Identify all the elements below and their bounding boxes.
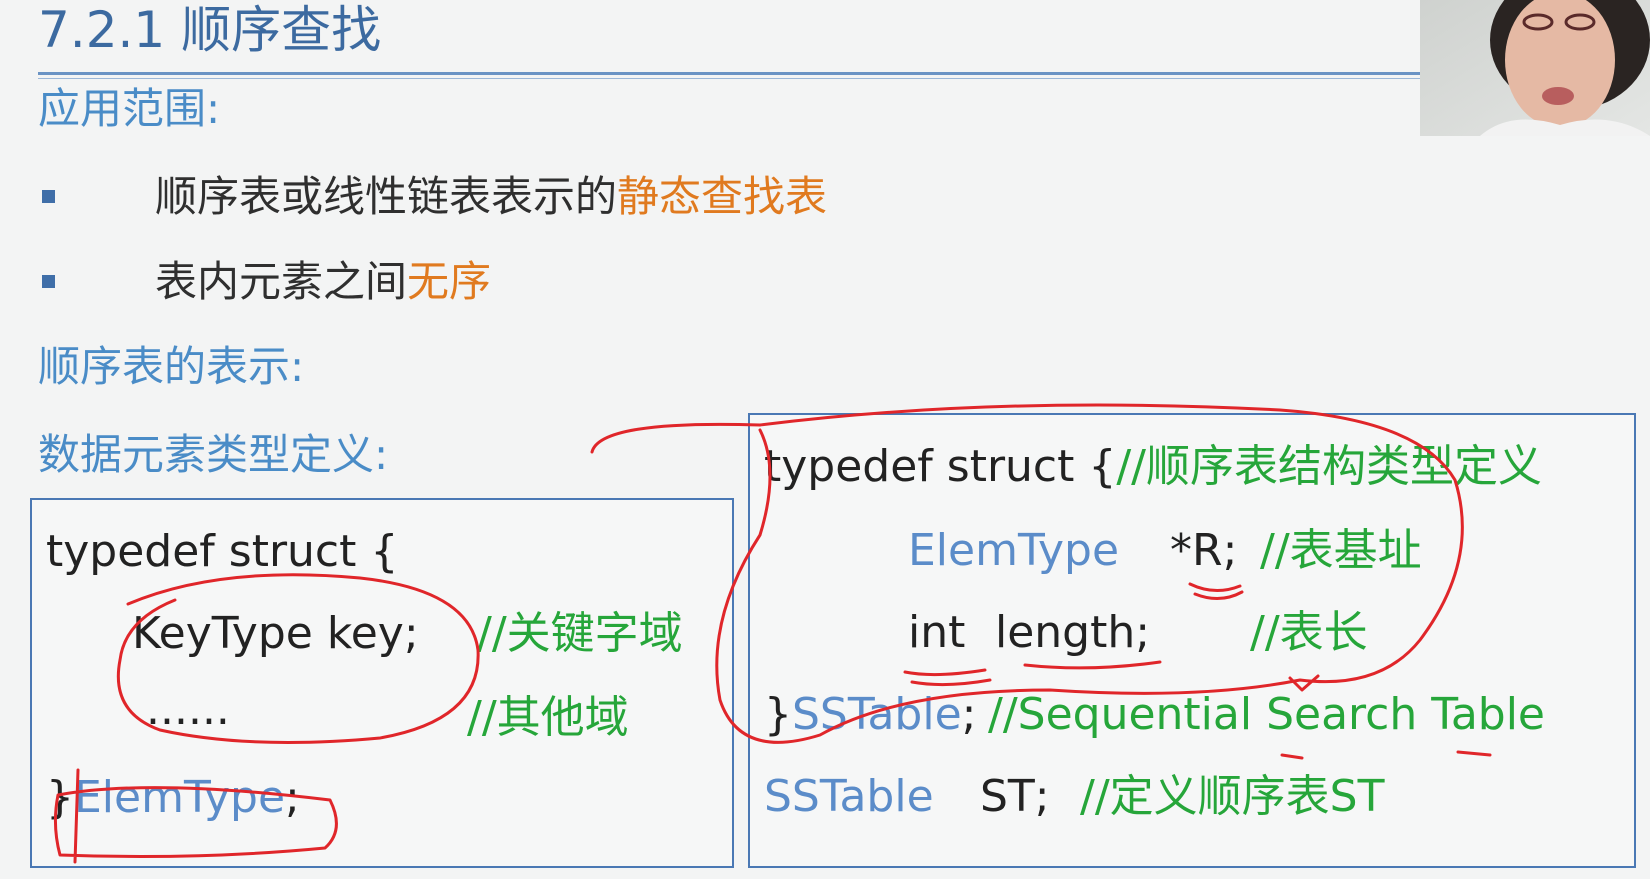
code-comment: //定义顺序表ST [1080, 771, 1385, 822]
code-line: typedef struct { [46, 526, 399, 577]
scope-heading: 应用范围: [38, 84, 221, 133]
code-token: ; [403, 608, 419, 659]
code-token: KeyType key [132, 608, 404, 659]
code-token: ST; [980, 771, 1050, 822]
code-type: int [908, 607, 966, 658]
code-token: ; [961, 689, 977, 740]
code-type: ElemType [908, 525, 1120, 576]
bullet-marker [42, 190, 55, 203]
title-divider [38, 72, 1420, 75]
repr-heading: 顺序表的表示: [38, 342, 305, 391]
code-comment: //其他域 [467, 692, 629, 743]
bullet-highlight: 无序 [407, 257, 492, 306]
code-type: SSTable [764, 771, 934, 822]
code-comment: //表长 [1250, 607, 1368, 658]
code-comment: //顺序表结构类型定义 [1116, 441, 1542, 492]
code-line: ElemType [908, 523, 1119, 579]
bullet-marker [42, 275, 55, 288]
code-token: *R; [1170, 525, 1238, 576]
code-type: ElemType [74, 772, 286, 823]
bullet-text: 表内元素之间 [155, 257, 408, 306]
elemtype-code-box: typedef struct { KeyType key; //关键字域 ...… [30, 498, 734, 868]
code-type: SSTable [792, 689, 962, 740]
code-token: } [764, 689, 792, 740]
code-comment: //Sequential Search Table [988, 689, 1546, 740]
code-line: }ElemType; [46, 770, 300, 826]
bullet-item: 顺序表或线性链表表示的静态查找表 [155, 170, 827, 224]
title-divider-thin [38, 78, 1420, 79]
sstable-code-box: typedef struct {//顺序表结构类型定义 ElemType *R;… [748, 413, 1636, 868]
code-line: }SSTable; [764, 687, 976, 743]
code-token: ; [285, 772, 300, 823]
code-line: typedef struct {//顺序表结构类型定义 [764, 439, 1542, 495]
code-token: length; [995, 607, 1151, 658]
code-line: KeyType key; [132, 606, 419, 662]
code-line: int [908, 605, 965, 661]
bullet-item: 表内元素之间无序 [155, 255, 491, 309]
bullet-text: 顺序表或线性链表表示的 [155, 172, 618, 221]
code-comment: //表基址 [1260, 525, 1422, 576]
code-line: ...... [146, 684, 230, 735]
code-line: SSTable [764, 769, 934, 825]
page-title: 7.2.1 顺序查找 [38, 1, 382, 59]
presenter-video-icon [1420, 0, 1650, 136]
code-comment: //关键字域 [477, 608, 683, 659]
code-token: } [46, 772, 74, 823]
elem-heading: 数据元素类型定义: [38, 430, 389, 479]
bullet-highlight: 静态查找表 [617, 172, 828, 221]
code-token: typedef struct { [764, 441, 1117, 492]
